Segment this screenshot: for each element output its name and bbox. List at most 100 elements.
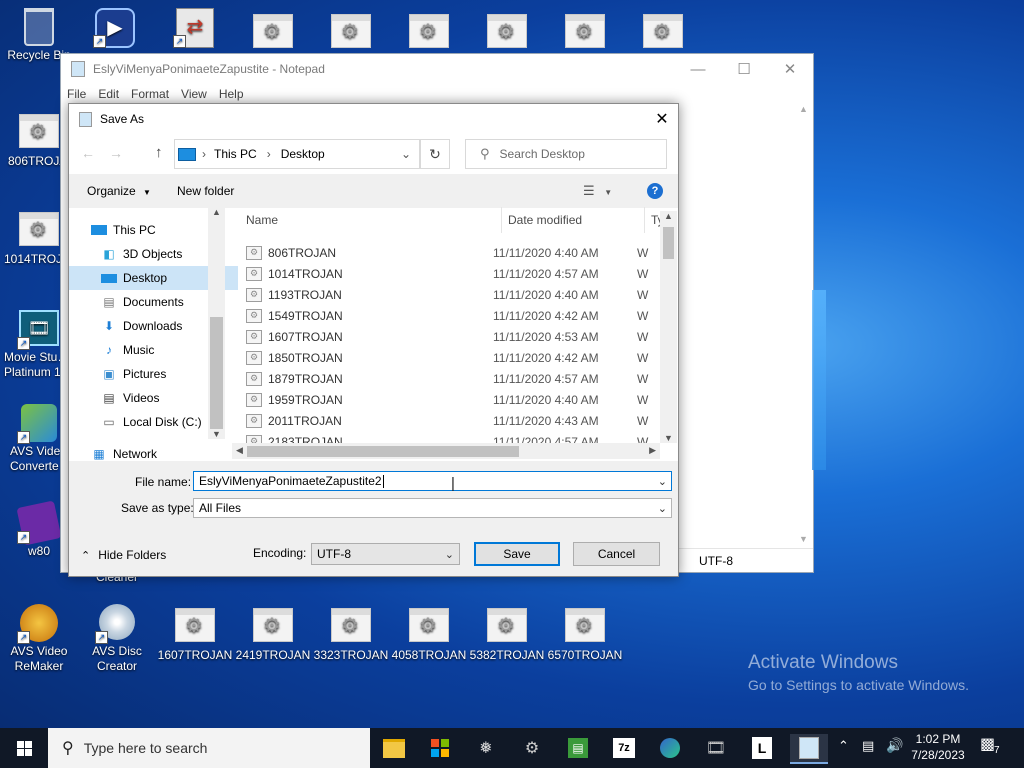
scroll-thumb[interactable] bbox=[210, 317, 223, 429]
menu-edit[interactable]: Edit bbox=[98, 87, 119, 101]
gear-document-icon: ⚙ bbox=[253, 608, 293, 642]
file-explorer-icon[interactable] bbox=[380, 734, 408, 762]
desktop-icon-4058trojan[interactable]: ⚙ 4058TROJAN bbox=[390, 608, 468, 663]
desktop-icon-trojan[interactable]: ⚙ bbox=[624, 14, 702, 54]
dialog-titlebar[interactable]: Save As ✕ bbox=[69, 104, 678, 134]
disk-icon: ▭ bbox=[103, 415, 115, 429]
view-options-icon[interactable]: ☰ ▼ bbox=[583, 183, 612, 199]
app-l-icon[interactable]: L bbox=[748, 734, 776, 762]
hide-folders-button[interactable]: ⌃ Hide Folders bbox=[81, 548, 166, 562]
desktop-icon-1607trojan[interactable]: ⚙ 1607TROJAN bbox=[156, 608, 234, 663]
notification-icon: ▩ bbox=[980, 736, 996, 753]
refresh-button[interactable]: ↻ bbox=[420, 139, 450, 169]
notepad-scrollbar[interactable]: ▲ ▼ bbox=[795, 104, 812, 544]
taskbar-search-box[interactable]: ⚲ Type here to search bbox=[48, 728, 370, 768]
dialog-toolbar: Organize ▼ New folder ☰ ▼ ? bbox=[69, 174, 678, 208]
desktop-icon-avs-video-remaker[interactable]: ↗ AVS Video ReMaker bbox=[0, 604, 78, 674]
shortcut-arrow-icon: ↗ bbox=[93, 35, 106, 48]
desktop-icon-6570trojan[interactable]: ⚙ 6570TROJAN bbox=[546, 608, 624, 663]
menu-file[interactable]: File bbox=[67, 87, 86, 101]
column-header-date[interactable]: Date modified bbox=[501, 207, 648, 233]
help-icon[interactable]: ? bbox=[647, 183, 663, 199]
gear-document-icon: ⚙ bbox=[246, 245, 262, 260]
close-icon[interactable]: ✕ bbox=[646, 109, 678, 129]
game-icon[interactable]: ❅ bbox=[472, 734, 500, 762]
search-input[interactable]: ⚲ Search Desktop bbox=[465, 139, 667, 169]
file-row[interactable]: ⚙ 1607TROJAN 11/11/2020 4:53 AM W bbox=[246, 326, 666, 347]
breadcrumb[interactable]: › This PC › Desktop ⌄ bbox=[174, 139, 420, 169]
desktop-icon-3323trojan[interactable]: ⚙ 3323TROJAN bbox=[312, 608, 390, 663]
desktop-icon-trojan[interactable]: ⚙ bbox=[312, 14, 390, 54]
activation-watermark-title: Activate Windows bbox=[748, 652, 898, 673]
breadcrumb-this-pc[interactable]: This PC bbox=[214, 147, 257, 161]
show-hidden-icons-chevron[interactable]: ⌃ bbox=[838, 738, 849, 754]
desktop-icon-trojan[interactable]: ⚙ bbox=[546, 14, 624, 54]
edge-browser-icon[interactable] bbox=[656, 734, 684, 762]
status-encoding: UTF-8 bbox=[699, 554, 733, 568]
close-button[interactable]: ✕ bbox=[767, 54, 813, 84]
navigation-scrollbar[interactable]: ▲ ▼ bbox=[208, 207, 225, 439]
network-icon[interactable]: ▤ bbox=[862, 738, 874, 754]
maximize-button[interactable]: ☐ bbox=[721, 54, 767, 84]
desktop-icon-installer[interactable]: ⇄ ↗ bbox=[156, 8, 234, 48]
menu-format[interactable]: Format bbox=[131, 87, 169, 101]
desktop-icon-trojan[interactable]: ⚙ bbox=[468, 14, 546, 54]
scroll-thumb[interactable] bbox=[247, 446, 519, 457]
file-name-input[interactable]: EslyViMenyaPonimaeteZapustite2 ⌄ bbox=[193, 471, 672, 491]
file-row[interactable]: ⚙ 1549TROJAN 11/11/2020 4:42 AM W bbox=[246, 305, 666, 326]
tree-item-label: Downloads bbox=[123, 319, 183, 333]
file-row[interactable]: ⚙ 1014TROJAN 11/11/2020 4:57 AM W bbox=[246, 263, 666, 284]
organize-button[interactable]: Organize ▼ bbox=[87, 184, 151, 198]
file-row[interactable]: ⚙ 2011TROJAN 11/11/2020 4:43 AM W bbox=[246, 410, 666, 431]
up-arrow-icon[interactable]: ↑ bbox=[155, 144, 163, 161]
desktop-icon-5382trojan[interactable]: ⚙ 5382TROJAN bbox=[468, 608, 546, 663]
7zip-icon[interactable]: 7z bbox=[610, 734, 638, 762]
column-header-name[interactable]: Name ⌃ bbox=[246, 207, 502, 233]
gear-document-icon: ⚙ bbox=[19, 114, 59, 148]
desktop-icon-trojan[interactable]: ⚙ bbox=[234, 14, 312, 54]
forward-arrow-icon[interactable]: → bbox=[109, 145, 123, 161]
desktop-icon-2419trojan[interactable]: ⚙ 2419TROJAN bbox=[234, 608, 312, 663]
cancel-button[interactable]: Cancel bbox=[573, 542, 660, 566]
desktop-icon-avs-disc-creator[interactable]: ↗ AVS Disc Creator bbox=[78, 604, 156, 674]
scroll-right-icon: ▶ bbox=[649, 445, 656, 455]
file-row[interactable]: ⚙ 1193TROJAN 11/11/2020 4:40 AM W bbox=[246, 284, 666, 305]
file-row[interactable]: ⚙ 1879TROJAN 11/11/2020 4:57 AM W bbox=[246, 368, 666, 389]
menu-view[interactable]: View bbox=[181, 87, 207, 101]
system-manager-icon[interactable]: ⚙ bbox=[518, 734, 546, 762]
file-list-vertical-scrollbar[interactable]: ▲ ▼ bbox=[660, 211, 677, 443]
breadcrumb-desktop[interactable]: Desktop bbox=[281, 147, 325, 161]
back-arrow-icon[interactable]: ← bbox=[81, 145, 95, 161]
desktop-icon-media-player[interactable]: ▶ ↗ bbox=[76, 8, 154, 48]
scroll-thumb[interactable] bbox=[663, 227, 674, 259]
start-button[interactable] bbox=[0, 728, 48, 768]
desktop-icon-trojan[interactable]: ⚙ bbox=[390, 14, 468, 54]
clock[interactable]: 1:02 PM 7/28/2023 bbox=[906, 731, 970, 763]
new-folder-button[interactable]: New folder bbox=[177, 184, 234, 198]
remaker-icon: ↗ bbox=[17, 604, 59, 644]
chevron-up-icon: ⌃ bbox=[81, 549, 91, 562]
menu-help[interactable]: Help bbox=[219, 87, 244, 101]
chevron-down-icon[interactable]: ⌄ bbox=[401, 147, 411, 161]
notification-center-button[interactable]: ▩ 7 bbox=[980, 734, 1008, 762]
tree-item-label: Documents bbox=[123, 295, 184, 309]
encoding-select[interactable]: UTF-8 ⌄ bbox=[311, 543, 460, 565]
video-editor-icon[interactable]: 🎞 bbox=[702, 734, 730, 762]
save-as-type-value: All Files bbox=[199, 501, 242, 515]
file-list-horizontal-scrollbar[interactable]: ◀ ▶ bbox=[232, 443, 660, 459]
save-as-type-select[interactable]: All Files ⌄ bbox=[193, 498, 672, 518]
volume-icon[interactable]: 🔊 bbox=[886, 737, 903, 754]
notepad-taskbar-icon[interactable] bbox=[790, 734, 828, 764]
file-row[interactable]: ⚙ 1959TROJAN 11/11/2020 4:40 AM W bbox=[246, 389, 666, 410]
file-row[interactable]: ⚙ 806TROJAN 11/11/2020 4:40 AM W bbox=[246, 242, 666, 263]
microsoft-store-icon[interactable] bbox=[426, 734, 454, 762]
minimize-button[interactable]: — bbox=[675, 54, 721, 84]
tree-item-this-pc[interactable]: This PC bbox=[69, 218, 228, 242]
spreadsheet-icon[interactable]: ▤ bbox=[564, 734, 592, 762]
chevron-down-icon[interactable]: ⌄ bbox=[658, 475, 667, 488]
file-name-label: File name: bbox=[135, 475, 192, 489]
file-row[interactable]: ⚙ 1850TROJAN 11/11/2020 4:42 AM W bbox=[246, 347, 666, 368]
notepad-titlebar[interactable]: EslyViMenyaPonimaeteZapustite - Notepad … bbox=[61, 54, 813, 84]
gear-document-icon: ⚙ bbox=[246, 266, 262, 281]
save-button[interactable]: Save bbox=[474, 542, 560, 566]
